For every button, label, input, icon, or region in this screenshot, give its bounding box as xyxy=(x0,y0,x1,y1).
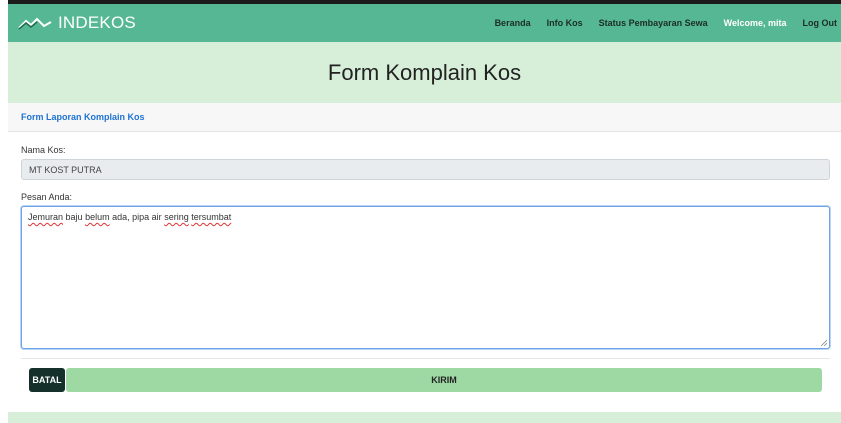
pesan-word: air xyxy=(151,212,162,222)
kirim-button[interactable]: KIRIM xyxy=(66,368,822,392)
pesan-word: pipa xyxy=(132,212,150,222)
pesan-textarea[interactable]: Jemuran baju belum ada, pipa air sering … xyxy=(21,206,830,349)
brand[interactable]: INDEKOS xyxy=(18,4,136,42)
nav-beranda[interactable]: Beranda xyxy=(495,18,531,28)
form-divider xyxy=(21,358,830,359)
navbar: INDEKOS Beranda Info Kos Status Pembayar… xyxy=(8,0,841,42)
nama-kos-label: Nama Kos: xyxy=(21,145,66,155)
brand-name: INDEKOS xyxy=(58,13,136,32)
pesan-word: Jemuran xyxy=(28,212,64,222)
card-header-title: Form Laporan Komplain Kos xyxy=(21,112,145,122)
hero-banner: Form Komplain Kos xyxy=(8,42,841,103)
mountain-logo-icon xyxy=(18,17,52,30)
pesan-word: baju xyxy=(65,212,83,222)
nav-welcome-user[interactable]: Welcome, mita xyxy=(724,18,787,28)
nav-status-pembayaran[interactable]: Status Pembayaran Sewa xyxy=(599,18,708,28)
batal-button[interactable]: BATAL xyxy=(29,368,65,392)
pesan-word: ada, xyxy=(112,212,130,222)
nav-info-kos[interactable]: Info Kos xyxy=(547,18,583,28)
pesan-word: sering xyxy=(164,212,189,222)
left-margin xyxy=(0,0,8,423)
footer-strip xyxy=(8,412,841,423)
nama-kos-field[interactable]: MT KOST PUTRA xyxy=(21,159,830,180)
page: INDEKOS Beranda Info Kos Status Pembayar… xyxy=(8,0,841,423)
page-title: Form Komplain Kos xyxy=(327,59,522,85)
complaint-form: Nama Kos: MT KOST PUTRA Pesan Anda: Jemu… xyxy=(8,132,841,412)
nama-kos-value: MT KOST PUTRA xyxy=(29,164,102,175)
pesan-word: belum xyxy=(85,212,110,222)
card-header: Form Laporan Komplain Kos xyxy=(8,103,841,132)
nav-links: Beranda Info Kos Status Pembayaran Sewa … xyxy=(479,4,837,42)
pesan-word: tersumbat xyxy=(191,212,232,222)
pesan-label: Pesan Anda: xyxy=(21,192,73,202)
nav-logout[interactable]: Log Out xyxy=(803,18,838,28)
resize-handle-icon[interactable] xyxy=(820,339,827,346)
